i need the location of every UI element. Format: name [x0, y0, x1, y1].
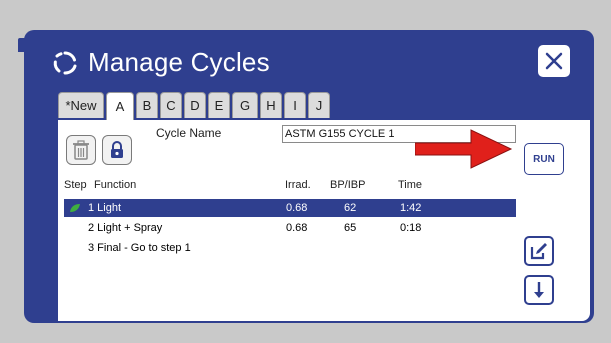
bp-value: 62: [344, 202, 357, 214]
edit-icon: [530, 243, 547, 260]
tab-j[interactable]: J: [308, 92, 330, 118]
right-arrow-icon: [415, 129, 513, 169]
lock-icon: [111, 141, 123, 158]
step-function: 3 Final - Go to step 1: [88, 242, 191, 254]
table-row[interactable]: 2 Light + Spray 0.68 65 0:18: [64, 219, 516, 237]
move-down-button[interactable]: [524, 275, 554, 305]
step-function: 2 Light + Spray: [88, 222, 163, 234]
header-time: Time: [398, 179, 423, 191]
status-leaf-icon: [70, 204, 80, 212]
delete-button[interactable]: [66, 135, 96, 165]
bp-value: 65: [344, 222, 357, 234]
tab-g[interactable]: G: [232, 92, 258, 118]
table-row[interactable]: 1 Light 0.68 62 1:42: [64, 199, 516, 217]
tab-d[interactable]: D: [184, 92, 206, 118]
tab-h[interactable]: H: [260, 92, 282, 118]
irrad-value: 0.68: [286, 202, 308, 214]
time-value: 0:18: [400, 222, 422, 234]
trash-icon: [73, 140, 89, 160]
tab-new[interactable]: *New: [58, 92, 104, 118]
close-icon: [545, 52, 563, 70]
step-function: 1 Light: [88, 202, 122, 214]
run-button[interactable]: RUN: [524, 143, 564, 175]
tab-e[interactable]: E: [208, 92, 230, 118]
time-value: 1:42: [400, 202, 422, 214]
header-step: Step: [64, 179, 87, 191]
lock-button[interactable]: [102, 135, 132, 165]
tab-a[interactable]: A: [106, 92, 134, 120]
header-bp-ibp: BP/IBP: [330, 179, 366, 191]
header-function: Function: [94, 179, 137, 191]
tab-c[interactable]: C: [160, 92, 182, 118]
edit-button[interactable]: [524, 236, 554, 266]
tab-i[interactable]: I: [284, 92, 306, 118]
arrow-down-icon: [534, 282, 544, 298]
cycle-icon: [53, 51, 77, 75]
header-irrad: Irrad.: [285, 179, 311, 191]
cycle-tabs: *New A B C D E G H I J: [58, 92, 332, 120]
close-button[interactable]: [538, 45, 570, 77]
irrad-value: 0.68: [286, 222, 308, 234]
tab-b[interactable]: B: [136, 92, 158, 118]
dialog-title: Manage Cycles: [88, 47, 270, 77]
cycle-name-label: Cycle Name: [156, 126, 222, 140]
table-row[interactable]: 3 Final - Go to step 1: [64, 239, 516, 257]
